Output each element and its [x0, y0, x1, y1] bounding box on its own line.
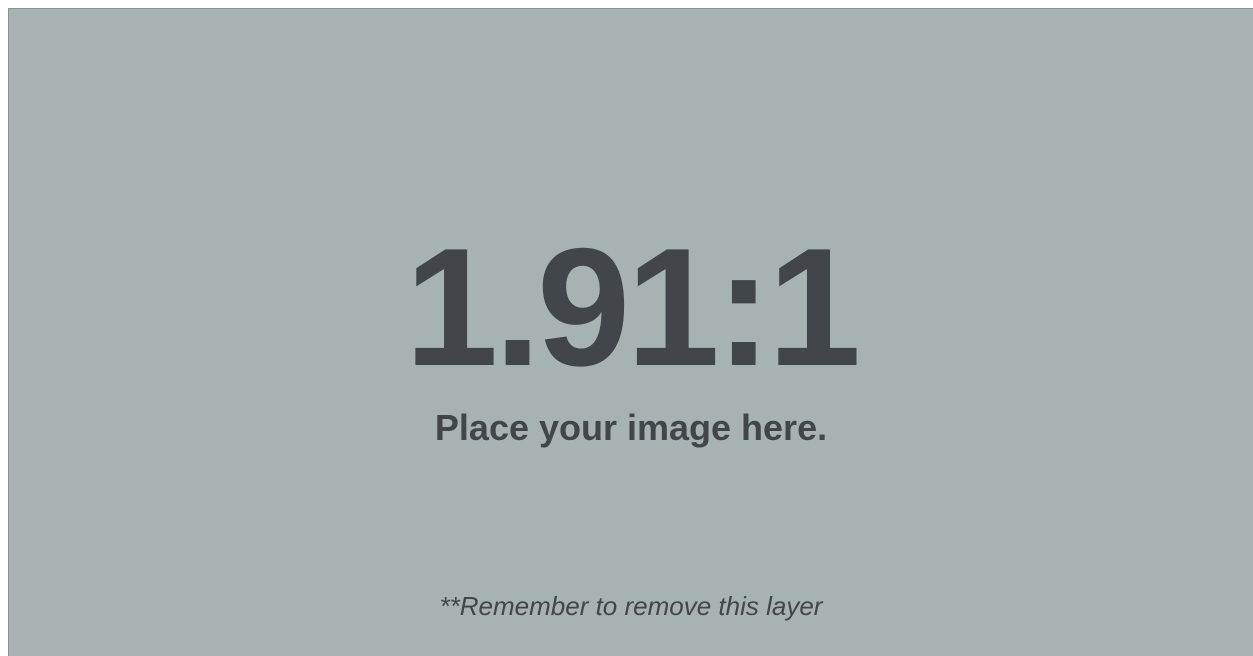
aspect-ratio-label: 1.91:1: [404, 213, 861, 401]
remove-layer-note: **Remember to remove this layer: [439, 591, 823, 621]
image-placeholder-layer: 1.91:1 Place your image here. **Remember…: [8, 8, 1253, 656]
placeholder-caption: Place your image here.: [434, 407, 828, 448]
